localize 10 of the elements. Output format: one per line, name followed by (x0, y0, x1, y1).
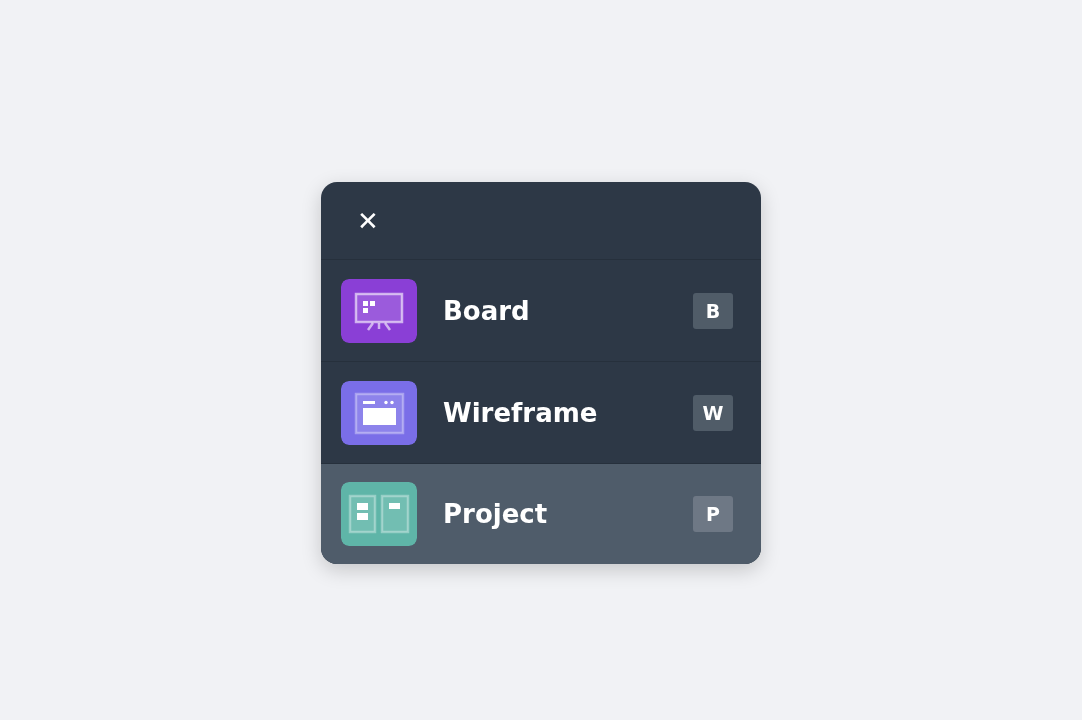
item-label: Project (443, 499, 549, 529)
menu-item[interactable]: Project P (321, 464, 761, 564)
item-label: Board (443, 295, 531, 326)
menu-item[interactable]: Wireframe W (321, 362, 761, 464)
menu-item[interactable]: Board B (321, 260, 761, 362)
shortcut-key: W (693, 394, 733, 431)
shortcut-key: B (693, 292, 733, 329)
item-label: Wireframe (443, 397, 599, 428)
shortcut-key: P (693, 496, 733, 532)
close-button[interactable]: ✕ (357, 207, 379, 234)
